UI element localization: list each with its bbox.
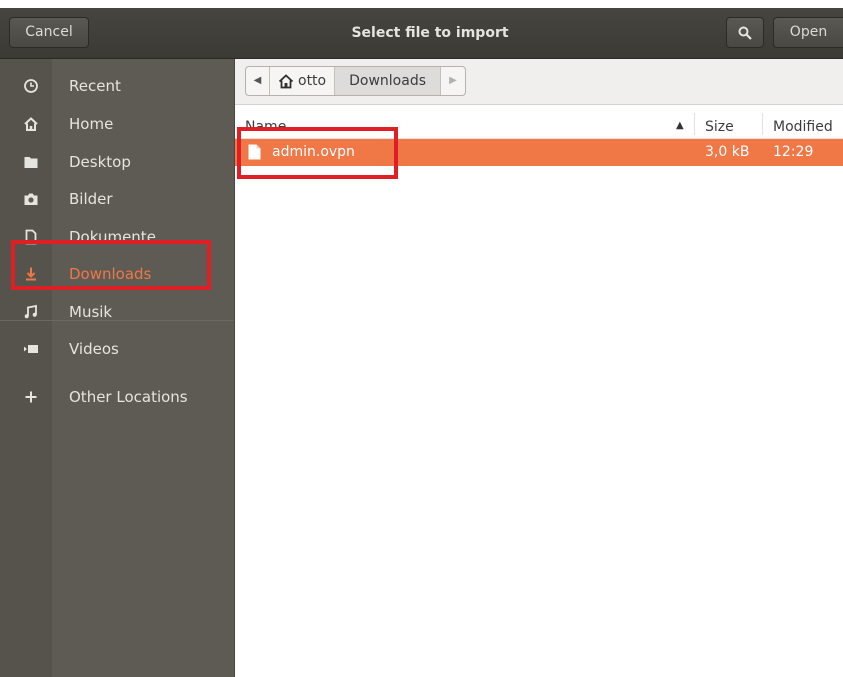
- folder-icon: [22, 153, 40, 171]
- chevron-left-icon: ◀: [253, 75, 262, 86]
- path-bar: ◀ otto Downloads ▶: [235, 59, 843, 105]
- document-icon: [22, 228, 40, 246]
- column-divider: [762, 113, 763, 135]
- sidebar-item-label: Downloads: [69, 265, 152, 283]
- file-chooser-dialog: Cancel Select file to import Open Recent…: [0, 8, 843, 677]
- path-scroll-right-button[interactable]: ▶: [441, 67, 465, 95]
- plus-icon: [22, 388, 40, 406]
- sidebar-separator: [0, 320, 234, 321]
- sidebar-item-desktop[interactable]: Desktop: [0, 145, 234, 181]
- sort-ascending-icon: ▲: [676, 120, 684, 131]
- sidebar-item-downloads[interactable]: Downloads: [0, 257, 234, 293]
- path-segment-label: otto: [298, 73, 327, 89]
- home-icon: [278, 73, 294, 88]
- sidebar-item-recent[interactable]: Recent: [0, 69, 234, 105]
- sidebar-item-label: Home: [69, 115, 114, 133]
- file-browser: ◀ otto Downloads ▶ Name ▲ Size Modified …: [235, 59, 843, 677]
- sidebar-item-dokumente[interactable]: Dokumente: [0, 220, 234, 256]
- file-row[interactable]: admin.ovpn 3,0 kB 12:29: [235, 139, 843, 166]
- path-segment-label: Downloads: [349, 73, 426, 89]
- dialog-title: Select file to import: [351, 25, 509, 41]
- path-bar-buttons: ◀ otto Downloads ▶: [245, 66, 466, 96]
- path-segment-home[interactable]: otto: [270, 67, 336, 95]
- column-header-size[interactable]: Size: [705, 119, 734, 135]
- chevron-right-icon: ▶: [449, 75, 457, 86]
- sidebar-item-musik[interactable]: Musik: [0, 295, 234, 331]
- download-icon: [22, 265, 40, 283]
- search-icon: [738, 26, 752, 40]
- sidebar-item-label: Desktop: [69, 153, 131, 171]
- file-icon: [248, 144, 261, 160]
- column-header-modified[interactable]: Modified: [773, 119, 833, 135]
- music-icon: [22, 303, 40, 321]
- column-header-name[interactable]: Name: [245, 119, 286, 135]
- column-header-row: Name ▲ Size Modified: [235, 105, 843, 139]
- sidebar-item-label: Other Locations: [69, 388, 188, 406]
- file-name: admin.ovpn: [272, 144, 355, 160]
- clock-icon: [22, 77, 40, 95]
- sidebar-item-label: Videos: [69, 340, 119, 358]
- sidebar-item-bilder[interactable]: Bilder: [0, 182, 234, 218]
- path-segment-downloads[interactable]: Downloads: [335, 67, 441, 95]
- sidebar-item-videos[interactable]: Videos: [0, 332, 234, 368]
- sidebar-item-label: Recent: [69, 77, 121, 95]
- sidebar-item-other-locations[interactable]: Other Locations: [0, 380, 234, 416]
- file-modified: 12:29: [773, 144, 814, 160]
- sidebar-item-label: Musik: [69, 303, 113, 321]
- cancel-button[interactable]: Cancel: [9, 17, 89, 48]
- sidebar-item-home[interactable]: Home: [0, 107, 234, 143]
- header-bar: Cancel Select file to import Open: [0, 8, 843, 59]
- open-button[interactable]: Open: [773, 17, 843, 48]
- sidebar-item-label: Dokumente: [69, 228, 156, 246]
- path-scroll-left-button[interactable]: ◀: [246, 67, 270, 95]
- camera-icon: [22, 190, 40, 208]
- video-icon: [22, 340, 40, 358]
- sidebar-item-label: Bilder: [69, 190, 113, 208]
- file-size: 3,0 kB: [705, 144, 750, 160]
- column-divider: [694, 113, 695, 135]
- search-button[interactable]: [726, 17, 764, 48]
- home-icon: [22, 115, 40, 133]
